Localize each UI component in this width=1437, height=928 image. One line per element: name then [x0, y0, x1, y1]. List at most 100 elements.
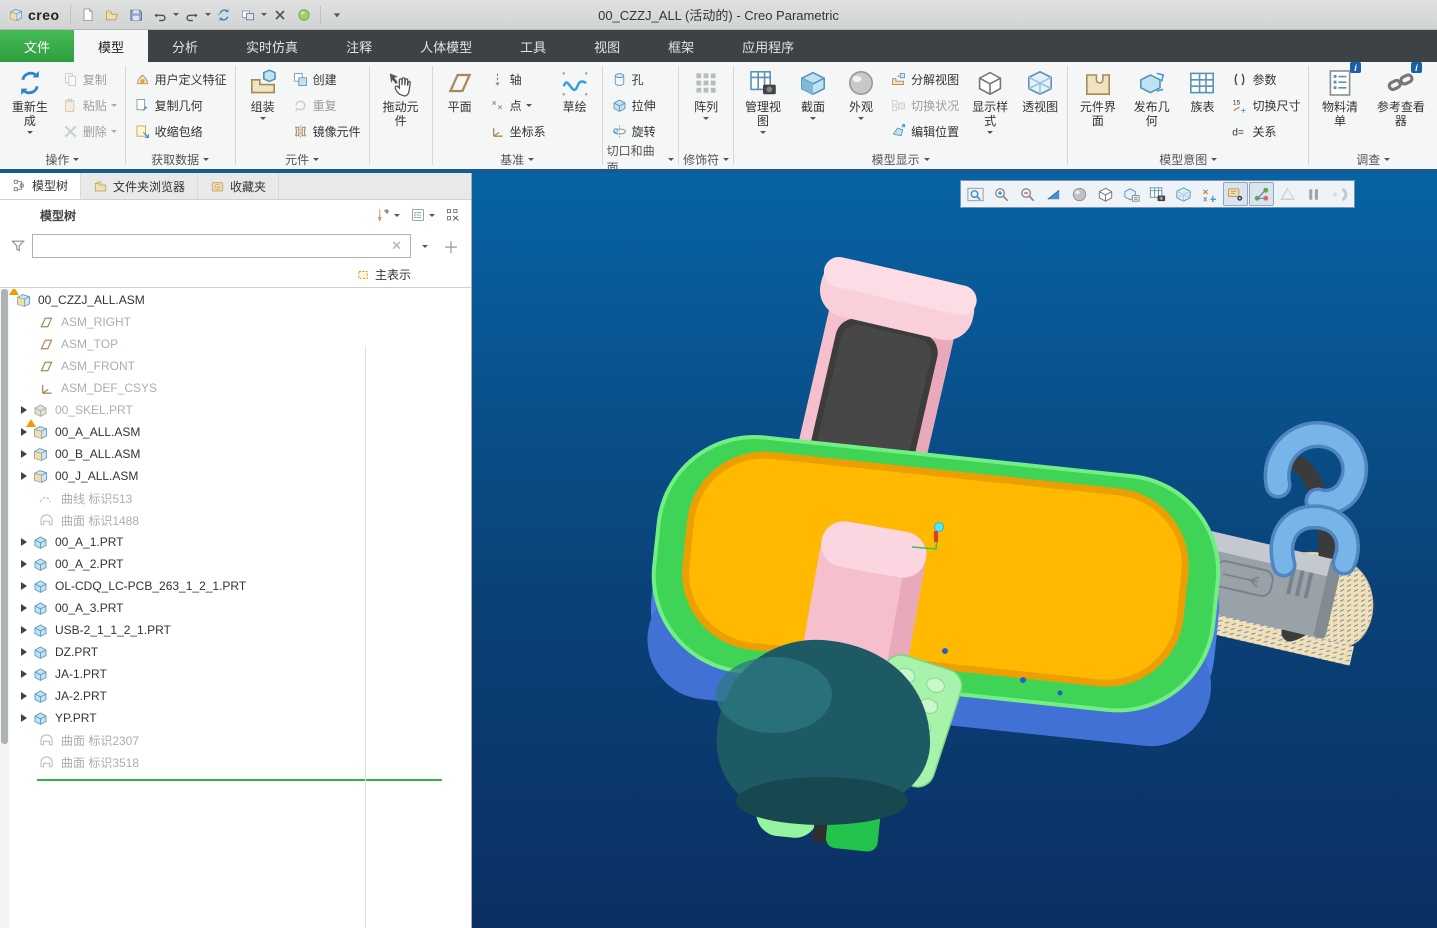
expand-arrow-icon[interactable]: [21, 450, 27, 458]
expand-arrow-icon[interactable]: [21, 406, 27, 414]
ribbon-button-创建[interactable]: 创建: [288, 68, 365, 90]
tree-item-DZ.PRT[interactable]: DZ.PRT: [9, 641, 470, 663]
tree-item-曲线 标识513[interactable]: 曲线 标识513: [9, 487, 470, 509]
expand-arrow-icon[interactable]: [21, 582, 27, 590]
clear-search-icon[interactable]: ✕: [389, 238, 404, 254]
expand-arrow-icon[interactable]: [21, 560, 27, 568]
expand-arrow-icon[interactable]: [21, 428, 27, 436]
search-options-button[interactable]: [417, 235, 433, 257]
new-file-icon[interactable]: [77, 4, 99, 26]
expand-arrow-icon[interactable]: [21, 692, 27, 700]
add-filter-button[interactable]: ＋: [439, 234, 463, 258]
ribbon-button-用户定义特征[interactable]: 用户定义特征: [130, 68, 231, 90]
perspective-icon[interactable]: [1171, 182, 1196, 206]
tab-分析[interactable]: 分析: [148, 30, 222, 62]
pause-icon[interactable]: [1301, 182, 1326, 206]
annotation-display-icon[interactable]: [1223, 182, 1248, 206]
datum-display-filters-icon[interactable]: [1197, 182, 1222, 206]
resume-icon[interactable]: [1327, 182, 1352, 206]
ribbon-button-元件界面[interactable]: 元件界面: [1072, 64, 1124, 132]
save-icon[interactable]: [125, 4, 147, 26]
tree-display-icon[interactable]: [443, 205, 463, 225]
graphics-viewport[interactable]: [472, 173, 1437, 928]
ribbon-button-复制[interactable]: 复制: [58, 68, 121, 90]
expand-arrow-icon[interactable]: [21, 670, 27, 678]
tree-item-ASM_DEF_CSYS[interactable]: ASM_DEF_CSYS: [9, 377, 470, 399]
ribbon-button-拉伸[interactable]: 拉伸: [607, 94, 660, 116]
ribbon-button-轴[interactable]: 轴: [485, 68, 550, 90]
tab-模型[interactable]: 模型: [74, 30, 148, 62]
tree-item-ASM_RIGHT[interactable]: ASM_RIGHT: [9, 311, 470, 333]
tree-scrollbar-thumb[interactable]: [1, 289, 8, 744]
close-icon[interactable]: [269, 4, 291, 26]
connection-status-icon[interactable]: [293, 4, 315, 26]
ribbon-button-旋转[interactable]: 旋转: [607, 120, 660, 142]
ribbon-button-孔[interactable]: 孔: [607, 68, 660, 90]
expand-arrow-icon[interactable]: [21, 604, 27, 612]
ribbon-button-物料清单[interactable]: i物料清单: [1313, 64, 1366, 132]
expand-arrow-icon[interactable]: [21, 714, 27, 722]
tree-item-00_A_2.PRT[interactable]: 00_A_2.PRT: [9, 553, 470, 575]
tree-item-00_SKEL.PRT[interactable]: 00_SKEL.PRT: [9, 399, 470, 421]
tab-框架[interactable]: 框架: [644, 30, 718, 62]
tree-item-JA-2.PRT[interactable]: JA-2.PRT: [9, 685, 470, 707]
undo-icon[interactable]: [149, 4, 171, 26]
ribbon-button-参数[interactable]: 参数: [1227, 68, 1304, 90]
insert-indicator-line[interactable]: [37, 779, 442, 781]
panel-tab-文件夹浏览器[interactable]: 文件夹浏览器: [81, 173, 198, 199]
ribbon-button-管理视图[interactable]: 管理视图: [738, 64, 788, 137]
expand-arrow-icon[interactable]: [21, 648, 27, 656]
ribbon-button-收缩包络[interactable]: 收缩包络: [130, 120, 231, 142]
tab-人体模型[interactable]: 人体模型: [396, 30, 496, 62]
tree-item-00_A_1.PRT[interactable]: 00_A_1.PRT: [9, 531, 470, 553]
tree-item-00_CZZJ_ALL.ASM[interactable]: 00_CZZJ_ALL.ASM: [9, 289, 470, 311]
tree-item-00_A_ALL.ASM[interactable]: 00_A_ALL.ASM: [9, 421, 470, 443]
tree-scrollbar[interactable]: [0, 289, 9, 928]
tab-应用程序[interactable]: 应用程序: [718, 30, 818, 62]
ribbon-group-label[interactable]: 模型意图: [1072, 149, 1304, 169]
open-icon[interactable]: [101, 4, 123, 26]
tree-item-曲面 标识1488[interactable]: 曲面 标识1488: [9, 509, 470, 531]
tree-item-00_J_ALL.ASM[interactable]: 00_J_ALL.ASM: [9, 465, 470, 487]
tree-tools-icon[interactable]: [373, 205, 402, 225]
ribbon-group-label[interactable]: 获取数据: [130, 149, 231, 169]
window-switch-dropdown[interactable]: [261, 13, 267, 16]
ribbon-button-平面[interactable]: 平面: [437, 64, 483, 118]
shading-icon[interactable]: [1067, 182, 1092, 206]
ribbon-button-透视图[interactable]: 透视图: [1017, 64, 1063, 118]
ribbon-group-label[interactable]: 修饰符: [683, 149, 729, 169]
window-switch-icon[interactable]: [237, 4, 259, 26]
ribbon-button-外观[interactable]: 外观: [838, 64, 884, 123]
saved-orientations-icon[interactable]: [1119, 182, 1144, 206]
tab-file[interactable]: 文件: [0, 30, 74, 62]
ribbon-button-截面[interactable]: 截面: [790, 64, 836, 123]
ribbon-button-分解视图[interactable]: 分解视图: [886, 68, 963, 90]
display-style-icon[interactable]: [1093, 182, 1118, 206]
ribbon-button-坐标系[interactable]: 坐标系: [485, 120, 550, 142]
ribbon-button-删除[interactable]: 删除: [58, 120, 121, 142]
tree-item-JA-1.PRT[interactable]: JA-1.PRT: [9, 663, 470, 685]
panel-tab-收藏夹[interactable]: 收藏夹: [198, 173, 279, 199]
ribbon-group-label[interactable]: 元件: [240, 149, 365, 169]
ribbon-group-label[interactable]: 切口和曲面: [607, 149, 675, 169]
tab-工具[interactable]: 工具: [496, 30, 570, 62]
expand-arrow-icon[interactable]: [21, 472, 27, 480]
ribbon-button-参考查看器[interactable]: i参考查看器: [1369, 64, 1433, 132]
expand-arrow-icon[interactable]: [21, 626, 27, 634]
repaint-icon[interactable]: [1041, 182, 1066, 206]
ribbon-button-切换尺寸[interactable]: 15切换尺寸: [1227, 94, 1304, 116]
ribbon-button-切换状况[interactable]: 切换状况: [886, 94, 963, 116]
ribbon-button-族表[interactable]: 族表: [1179, 64, 1225, 118]
ribbon-button-阵列[interactable]: 阵列: [683, 64, 729, 123]
tab-注释[interactable]: 注释: [322, 30, 396, 62]
panel-tab-模型树[interactable]: 模型树: [0, 173, 81, 199]
ribbon-button-编辑位置[interactable]: 编辑位置: [886, 120, 963, 142]
zoom-region-icon[interactable]: [963, 182, 988, 206]
ribbon-button-粘贴[interactable]: 粘贴: [58, 94, 121, 116]
customize-icon[interactable]: [326, 4, 348, 26]
tree-item-ASM_TOP[interactable]: ASM_TOP: [9, 333, 470, 355]
ribbon-button-复制几何[interactable]: 复制几何: [130, 94, 231, 116]
tree-item-OL-CDQ_LC-PCB_263_1_2_1.PRT[interactable]: OL-CDQ_LC-PCB_263_1_2_1.PRT: [9, 575, 470, 597]
zoom-out-icon[interactable]: [1015, 182, 1040, 206]
view-manager-icon[interactable]: [1145, 182, 1170, 206]
